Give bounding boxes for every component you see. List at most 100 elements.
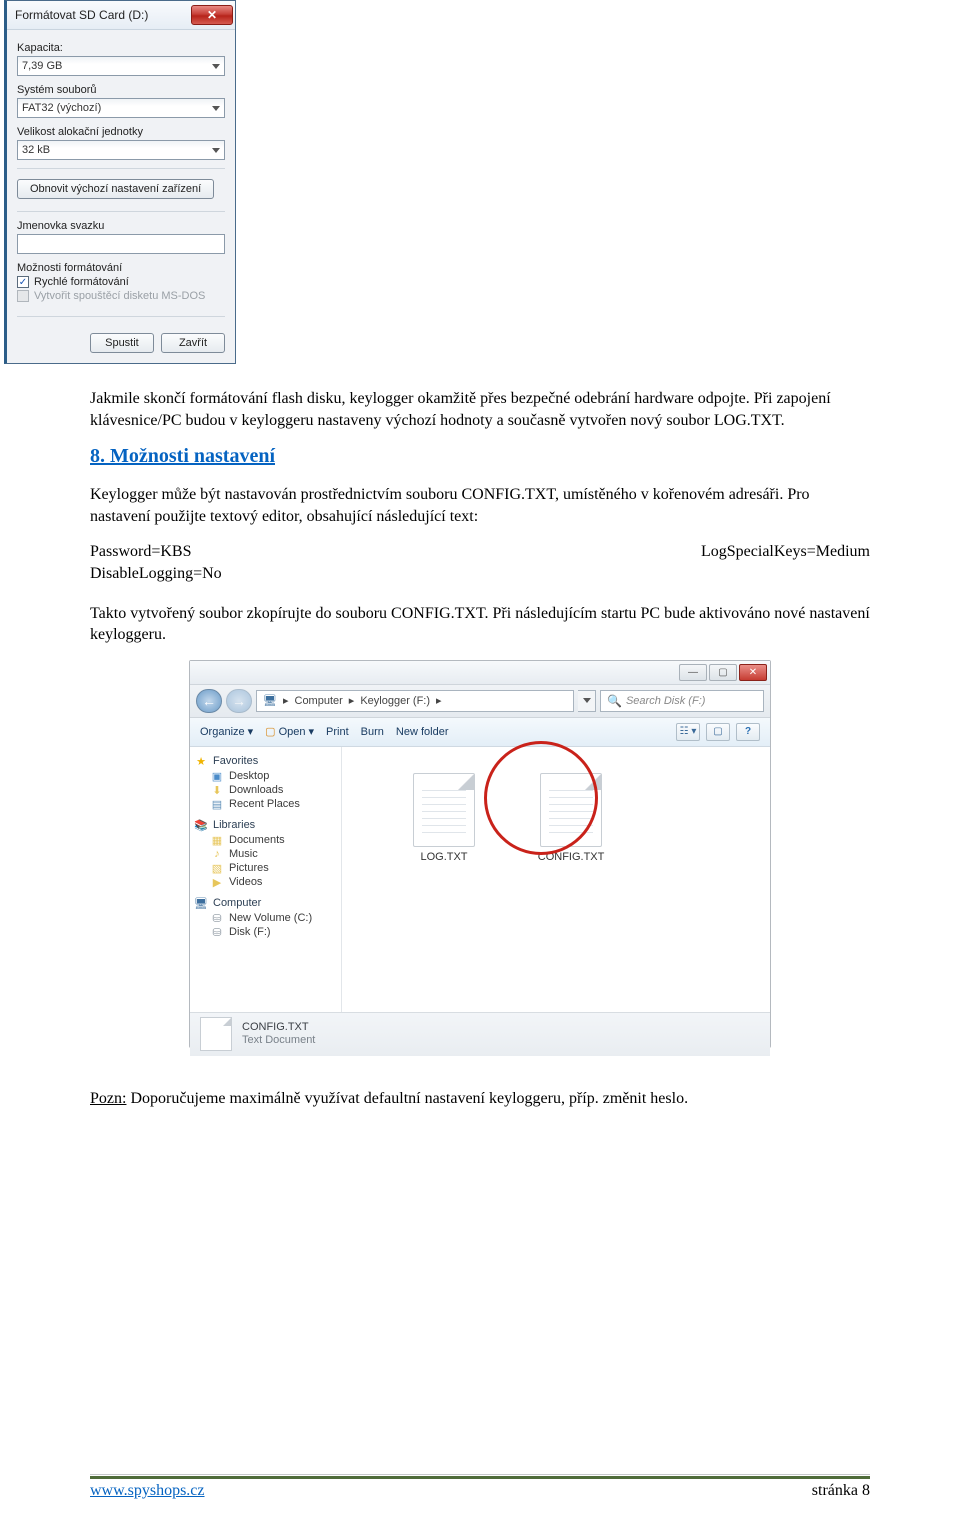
footer-link[interactable]: www.spyshops.cz [90,1482,205,1500]
restore-defaults-button[interactable]: Obnovit výchozí nastavení zařízení [17,179,214,199]
help-button[interactable]: ? [736,723,760,741]
recent-icon: ▤ [210,798,224,810]
search-placeholder: Search Disk (F:) [626,695,705,707]
file-list[interactable]: LOG.TXT CONFIG.TXT [342,747,770,1012]
file-label: CONFIG.TXT [521,851,621,863]
desktop-icon: ▣ [210,770,224,782]
start-button[interactable]: Spustit [90,333,154,353]
divider [17,168,225,169]
new-folder-button[interactable]: New folder [396,726,449,738]
sidebar-item-videos[interactable]: ▶Videos [194,875,337,889]
sidebar-item-documents[interactable]: ▦Documents [194,833,337,847]
status-filename: CONFIG.TXT [242,1021,315,1035]
open-button[interactable]: ▢ Open ▾ [265,725,314,738]
config-example: Password=KBS DisableLogging=No LogSpecia… [90,541,870,584]
close-button[interactable]: Zavřít [161,333,225,353]
back-button[interactable]: ← [196,689,222,713]
computer-icon: 🖥 [194,897,208,909]
file-label: LOG.TXT [394,851,494,863]
organize-menu[interactable]: Organize ▾ [200,725,253,738]
volume-input[interactable] [17,234,225,254]
volume-label: Jmenovka svazku [17,220,225,232]
paragraph-1: Jakmile skončí formátování flash disku, … [90,388,870,431]
documents-icon: ▦ [210,834,224,846]
section-heading: 8. Možnosti nastavení [90,445,870,468]
computer-icon: 🖥 [263,694,277,707]
format-dialog: Formátovat SD Card (D:) ✕ Kapacita: 7,39… [4,0,236,364]
drive-icon: ⛁ [210,926,224,938]
divider [17,316,225,317]
close-button[interactable]: ✕ [191,5,233,25]
text-file-icon [200,1017,232,1051]
quick-format-label: Rychlé formátování [34,276,129,288]
dialog-titlebar: Formátovat SD Card (D:) ✕ [7,1,235,30]
folder-icon: ▢ [265,725,275,738]
breadcrumb-segment[interactable]: Computer [295,695,343,707]
capacity-dropdown[interactable]: 7,39 GB [17,56,225,76]
favorites-icon: ★ [194,755,208,767]
sidebar-item-recent[interactable]: ▤Recent Places [194,797,337,811]
sidebar-item-downloads[interactable]: ⬇Downloads [194,783,337,797]
print-button[interactable]: Print [326,726,349,738]
burn-button[interactable]: Burn [361,726,384,738]
dialog-title: Formátovat SD Card (D:) [15,8,148,22]
options-label: Možnosti formátování [17,262,225,274]
sidebar-favorites[interactable]: Favorites [213,755,258,767]
alloc-value: 32 kB [22,144,50,156]
alloc-label: Velikost alokační jednotky [17,126,225,138]
pictures-icon: ▧ [210,862,224,874]
search-input[interactable]: 🔍 Search Disk (F:) [600,690,764,712]
paragraph-2: Keylogger může být nastavován prostředni… [90,484,870,527]
note-text: Doporučujeme maximálně využívat defaultn… [126,1090,688,1107]
music-icon: ♪ [210,848,224,860]
paragraph-3: Takto vytvořený soubor zkopírujte do sou… [90,603,870,646]
videos-icon: ▶ [210,876,224,888]
footer: www.spyshops.cz stránka 8 [90,1476,870,1500]
toolbar: Organize ▾ ▢ Open ▾ Print Burn New folde… [190,718,770,747]
minimize-button[interactable]: — [679,664,707,681]
file-item-log[interactable]: LOG.TXT [394,773,494,863]
filesystem-dropdown[interactable]: FAT32 (výchozí) [17,98,225,118]
config-line: LogSpecialKeys=Medium [701,541,870,563]
config-line: Password=KBS [90,541,222,563]
filesystem-label: Systém souborů [17,84,225,96]
breadcrumb-segment[interactable]: Keylogger (F:) [360,695,430,707]
forward-button[interactable]: → [226,689,252,713]
explorer-window: — ▢ ✕ ← → 🖥 ▸ Computer ▸ Keylogger (F:) … [189,660,771,1048]
view-options-button[interactable]: ☷ ▾ [676,723,700,741]
file-item-config[interactable]: CONFIG.TXT [521,773,621,863]
drive-icon: ⛁ [210,912,224,924]
msdos-boot-checkbox [17,290,29,302]
close-button[interactable]: ✕ [739,664,767,681]
note-label: Pozn: [90,1090,126,1107]
sidebar-item-volume-c[interactable]: ⛁New Volume (C:) [194,911,337,925]
chevron-down-icon [583,698,591,703]
alloc-dropdown[interactable]: 32 kB [17,140,225,160]
sidebar-computer[interactable]: Computer [213,897,261,909]
sidebar-item-desktop[interactable]: ▣Desktop [194,769,337,783]
sidebar-libraries[interactable]: Libraries [213,819,255,831]
preview-pane-button[interactable]: ▢ [706,723,730,741]
sidebar-item-music[interactable]: ♪Music [194,847,337,861]
downloads-icon: ⬇ [210,784,224,796]
status-filetype: Text Document [242,1034,315,1048]
msdos-boot-label: Vytvořit spouštěcí disketu MS-DOS [34,290,205,302]
nav-bar: ← → 🖥 ▸ Computer ▸ Keylogger (F:) ▸ 🔍 Se… [190,685,770,718]
status-bar: CONFIG.TXT Text Document [190,1012,770,1056]
chevron-down-icon [212,64,220,69]
text-file-icon [413,773,475,847]
config-line: DisableLogging=No [90,563,222,585]
sidebar-item-pictures[interactable]: ▧Pictures [194,861,337,875]
chevron-down-icon [212,106,220,111]
capacity-value: 7,39 GB [22,60,62,72]
sidebar-item-disk-f[interactable]: ⛁Disk (F:) [194,925,337,939]
window-controls: — ▢ ✕ [190,661,770,685]
breadcrumb-dropdown[interactable] [578,690,596,712]
quick-format-checkbox[interactable]: ✓ [17,276,29,288]
search-icon: 🔍 [607,694,622,708]
text-file-icon [540,773,602,847]
maximize-button[interactable]: ▢ [709,664,737,681]
sidebar: ★ Favorites ▣Desktop ⬇Downloads ▤Recent P… [190,747,342,1012]
breadcrumb-bar[interactable]: 🖥 ▸ Computer ▸ Keylogger (F:) ▸ [256,690,574,712]
libraries-icon: 📚 [194,819,208,831]
